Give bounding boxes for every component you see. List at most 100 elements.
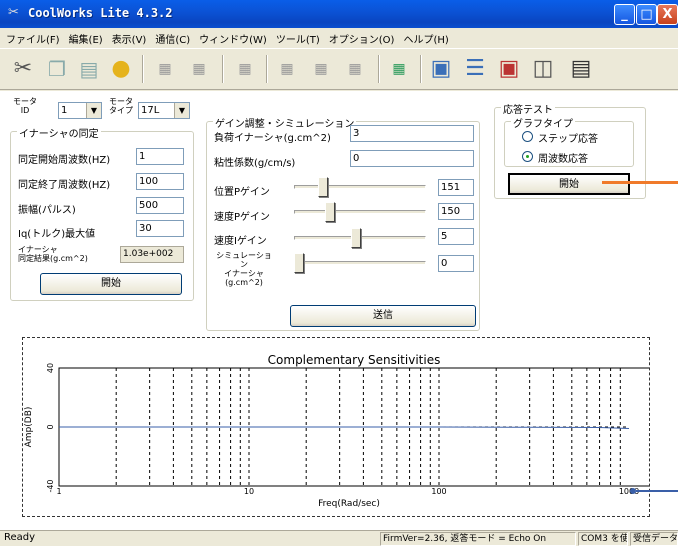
annotation-arrow <box>602 181 678 184</box>
chart-x-tick: 100 <box>431 487 446 496</box>
list-icon[interactable]: ☰ <box>460 54 490 84</box>
chart-title: Complementary Sensitivities <box>268 353 441 367</box>
title-bar[interactable]: ✂ CoolWorks Lite 4.3.2 _ □ X <box>0 0 678 28</box>
vel-p-label: 速度Pゲイン <box>214 212 270 223</box>
pos-p-slider-thumb[interactable] <box>318 177 329 197</box>
chart-icon[interactable]: ◫ <box>528 54 558 84</box>
result-label: イナーシャ 同定結果(g.cm^2) <box>18 245 88 263</box>
calculator-icon[interactable]: ▤ <box>566 54 596 84</box>
toolbar-separator <box>142 55 144 83</box>
inertia-group-label: イナーシャの同定 <box>17 125 101 140</box>
pos-p-slider[interactable] <box>294 185 426 189</box>
menu-edit[interactable]: 編集(E) <box>69 31 103 46</box>
motor-type-select[interactable]: 17L ▼ <box>138 102 190 119</box>
freq-response-radio[interactable] <box>522 151 533 162</box>
param2-icon[interactable]: ▦ <box>184 54 214 84</box>
load-inertia-input[interactable]: 3 <box>350 125 474 142</box>
status-recv: 受信データ <box>630 532 678 546</box>
freq-response-label: 周波数応答 <box>538 154 588 165</box>
motor-type-label: モータ タイプ <box>109 97 133 115</box>
menu-bar: ファイル(F) 編集(E) 表示(V) 通信(C) ウィンドウ(W) ツール(T… <box>0 28 678 48</box>
param7-icon[interactable]: ▦ <box>384 54 414 84</box>
chart-y-tick: -40 <box>46 479 55 492</box>
inertia-start-button[interactable]: 開始 <box>40 273 182 295</box>
menu-file[interactable]: ファイル(F) <box>6 31 60 46</box>
toolbar-separator <box>222 55 224 83</box>
annotation-line <box>636 490 678 492</box>
sim-slider-thumb[interactable] <box>294 253 304 273</box>
end-freq-input[interactable]: 100 <box>136 173 184 190</box>
app-icon: ✂ <box>8 5 19 20</box>
menu-view[interactable]: 表示(V) <box>112 31 147 46</box>
param3-icon[interactable]: ▦ <box>230 54 260 84</box>
chart-series <box>59 426 630 429</box>
chart-ylabel: Amp(DB) <box>24 407 34 448</box>
send-button[interactable]: 送信 <box>290 305 476 327</box>
minimize-button[interactable]: _ <box>614 4 635 25</box>
frequency-chart: Complementary Sensitivities 1 10 100 100040… <box>24 353 652 509</box>
motor-id-select[interactable]: 1 ▼ <box>58 102 102 119</box>
gain-group-label: ゲイン調整・シミュレーション <box>213 115 357 130</box>
copy-icon[interactable]: ❐ <box>42 54 72 84</box>
menu-tool[interactable]: ツール(T) <box>276 31 320 46</box>
vel-i-slider-thumb[interactable] <box>351 228 362 248</box>
param1-icon[interactable]: ▦ <box>150 54 180 84</box>
chart-x-tick: 10 <box>244 487 254 496</box>
step-response-label: ステップ応答 <box>538 134 598 145</box>
maximize-button[interactable]: □ <box>636 4 657 25</box>
graph-type-label: グラフタイプ <box>511 115 575 130</box>
status-ready: Ready <box>4 532 36 543</box>
chevron-down-icon: ▼ <box>174 103 189 118</box>
chart-x-tick: 1 <box>56 487 61 496</box>
toolbar-separator <box>378 55 380 83</box>
graph-panel: Complementary Sensitivities 1 10 100 1000 40… <box>22 337 652 517</box>
sim-label: シミュレーション イナーシャ (g.cm^2) <box>216 251 272 287</box>
chart-series-line <box>59 426 630 429</box>
step-response-radio[interactable] <box>522 131 533 142</box>
menu-option[interactable]: オプション(O) <box>329 31 395 46</box>
param6-icon[interactable]: ▦ <box>340 54 370 84</box>
open-icon[interactable]: ● <box>106 54 136 84</box>
toolbar-separator <box>266 55 268 83</box>
pos-p-input[interactable]: 151 <box>438 179 474 196</box>
vel-i-input[interactable]: 5 <box>438 228 474 245</box>
status-com: COM3 を使用中 <box>578 532 628 546</box>
chart-y-tick: 40 <box>46 363 55 373</box>
cut-icon[interactable]: ✂ <box>8 54 38 84</box>
result-value: 1.03e+002 <box>120 246 184 263</box>
display-icon[interactable]: ▣ <box>494 54 524 84</box>
menu-window[interactable]: ウィンドウ(W) <box>199 31 267 46</box>
vel-p-slider[interactable] <box>294 210 426 214</box>
menu-help[interactable]: ヘルプ(H) <box>403 31 448 46</box>
sim-input[interactable]: 0 <box>438 255 474 272</box>
paste-icon[interactable]: ▤ <box>74 54 104 84</box>
monitor-icon[interactable]: ▣ <box>426 54 456 84</box>
toolbar: ✂ ❐ ▤ ● ▦ ▦ ▦ ▦ ▦ ▦ ▦ ▣ ☰ ▣ ◫ ▤ <box>0 48 678 90</box>
start-freq-input[interactable]: 1 <box>136 148 184 165</box>
chart-y-tick: 0 <box>46 424 55 429</box>
vel-p-slider-thumb[interactable] <box>324 202 335 222</box>
status-bar: Ready FirmVer=2.36, 返答モード = Echo On COM3… <box>0 530 678 546</box>
vel-p-input[interactable]: 150 <box>438 203 474 220</box>
motor-type-value: 17L <box>141 105 160 116</box>
amplitude-input[interactable]: 500 <box>136 197 184 214</box>
viscosity-input[interactable]: 0 <box>350 150 474 167</box>
menu-comm[interactable]: 通信(C) <box>155 31 190 46</box>
load-inertia-label: 負荷イナーシャ(g.cm^2) <box>214 133 331 144</box>
param4-icon[interactable]: ▦ <box>272 54 302 84</box>
client-area: モータ ID 1 ▼ モータ タイプ 17L ▼ イナーシャの同定 同定開始周波… <box>0 91 678 530</box>
motor-id-value: 1 <box>61 105 68 116</box>
chart-xlabel: Freq(Rad/sec) <box>318 499 380 509</box>
sim-slider[interactable] <box>294 261 426 265</box>
pos-p-label: 位置Pゲイン <box>214 187 270 198</box>
close-button[interactable]: X <box>657 4 678 25</box>
amplitude-label: 振幅(パルス) <box>18 205 76 216</box>
vel-i-label: 速度Iゲイン <box>214 236 267 247</box>
chevron-down-icon: ▼ <box>86 103 101 118</box>
response-start-button[interactable]: 開始 <box>508 173 630 195</box>
window-title: CoolWorks Lite 4.3.2 <box>28 6 173 20</box>
param5-icon[interactable]: ▦ <box>306 54 336 84</box>
response-group-label: 応答テスト <box>501 101 555 116</box>
toolbar-separator <box>420 55 422 83</box>
iq-input[interactable]: 30 <box>136 220 184 237</box>
